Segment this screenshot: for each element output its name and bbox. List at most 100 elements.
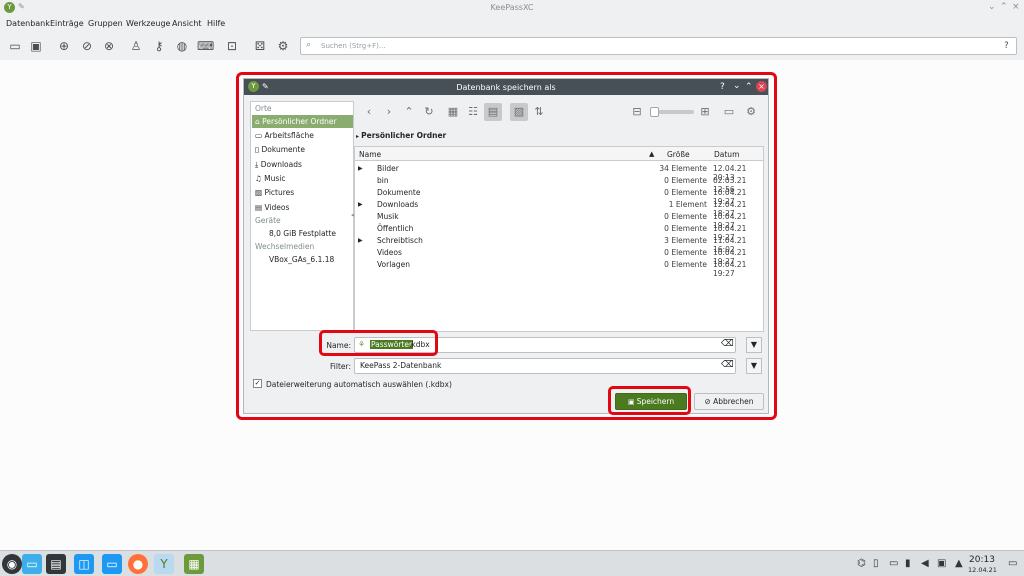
- window-titlebar: Y ✎ KeePassXC ⌄ ⌃ ×: [0, 0, 1024, 16]
- menu-ansicht[interactable]: Ansicht: [172, 19, 202, 28]
- new-folder-icon[interactable]: ▭: [720, 103, 738, 121]
- search-help-icon[interactable]: ?: [1004, 41, 1009, 51]
- menu-hilfe[interactable]: Hilfe: [207, 19, 225, 28]
- file-size: 0 Elemente: [664, 224, 707, 233]
- storage-icon[interactable]: ▮: [905, 558, 911, 569]
- table-row[interactable]: Öffentlich 0 Elemente 10.04.21 19:27: [355, 222, 763, 242]
- dialog-help-icon[interactable]: ?: [720, 82, 725, 92]
- zoom-slider-handle[interactable]: [650, 107, 659, 117]
- place-videos[interactable]: ▤ Videos: [255, 201, 353, 214]
- detail-view-icon[interactable]: ▤: [484, 103, 502, 121]
- clipboard-icon[interactable]: ▯: [873, 558, 879, 569]
- reload-icon[interactable]: ↻: [420, 103, 438, 121]
- table-row[interactable]: ▶ Downloads 1 Element 12.04.21 18:27: [355, 198, 763, 218]
- zoom-in-icon[interactable]: ⊞: [696, 103, 714, 121]
- menu-werkzeuge[interactable]: Werkzeuge: [126, 19, 170, 28]
- place-hard-disk[interactable]: 8,0 GiB Festplatte: [269, 227, 367, 240]
- filter-label: Filter:: [330, 362, 351, 371]
- show-desktop-icon[interactable]: ▭: [1008, 558, 1017, 569]
- table-row[interactable]: Vorlagen 0 Elemente 10.04.21 19:27: [355, 258, 763, 278]
- breadcrumb[interactable]: ▸ Persönlicher Ordner: [356, 131, 446, 140]
- table-row[interactable]: ▶ Schreibtisch 3 Elemente 11.04.21 16:02: [355, 234, 763, 254]
- expand-icon[interactable]: ▶: [358, 165, 363, 172]
- clock-time[interactable]: 20:13: [969, 555, 995, 565]
- menu-eintraege[interactable]: Einträge: [50, 19, 84, 28]
- lock-database-icon[interactable]: ⊡: [225, 39, 239, 53]
- place-home[interactable]: ⌂ Persönlicher Ordner: [252, 115, 353, 128]
- zoom-out-icon[interactable]: ⊟: [628, 103, 646, 121]
- dialog-maximize-icon[interactable]: ⌃: [745, 82, 753, 92]
- options-gear-icon[interactable]: ⚙: [742, 103, 760, 121]
- copy-username-icon[interactable]: ♙: [129, 39, 143, 53]
- open-url-icon[interactable]: ◍: [175, 39, 189, 53]
- autotype-icon[interactable]: ⌨: [197, 39, 214, 53]
- wired-network-icon[interactable]: ▣: [937, 558, 946, 569]
- filename-history-dropdown[interactable]: ▼: [746, 337, 762, 353]
- dialog-close-icon[interactable]: ×: [756, 81, 767, 92]
- place-desktop[interactable]: ▭ Arbeitsfläche: [255, 129, 353, 142]
- add-entry-icon[interactable]: ⊕: [57, 39, 71, 53]
- maximize-icon[interactable]: ⌃: [1000, 2, 1008, 12]
- icon-view-icon[interactable]: ▦: [444, 103, 462, 121]
- open-database-icon[interactable]: ▭: [8, 39, 22, 53]
- table-row[interactable]: Videos 0 Elemente 10.04.21 19:27: [355, 246, 763, 266]
- copy-password-icon[interactable]: ⚷: [152, 39, 166, 53]
- forward-icon[interactable]: ›: [380, 103, 398, 121]
- place-documents[interactable]: ▯ Dokumente: [255, 143, 353, 156]
- pager-icon[interactable]: ▭: [22, 554, 42, 574]
- firefox-icon[interactable]: ●: [128, 554, 148, 574]
- column-date[interactable]: Datum: [714, 150, 739, 159]
- expand-icon[interactable]: ▶: [358, 201, 363, 208]
- back-icon[interactable]: ‹: [360, 103, 378, 121]
- file-name: Öffentlich: [377, 224, 414, 233]
- table-row[interactable]: Musik 0 Elemente 10.04.21 19:27: [355, 210, 763, 230]
- minimize-icon[interactable]: ⌄: [988, 2, 996, 12]
- table-row[interactable]: bin 0 Elemente 02.03.21 12:56: [355, 174, 763, 194]
- save-database-icon[interactable]: ▣: [29, 39, 43, 53]
- discover-icon[interactable]: ◫: [74, 554, 94, 574]
- settings-icon[interactable]: ⚙: [276, 39, 290, 53]
- place-music[interactable]: ♫ Music: [255, 172, 353, 185]
- filter-combobox[interactable]: KeePass 2-Datenbank ⌫: [354, 358, 736, 374]
- expand-icon[interactable]: ▶: [358, 237, 363, 244]
- battery-icon[interactable]: ▭: [889, 558, 898, 569]
- volume-icon[interactable]: ◀: [921, 558, 929, 569]
- delete-entry-icon[interactable]: ⊗: [102, 39, 116, 53]
- compact-view-icon[interactable]: ☷: [464, 103, 482, 121]
- dialog-minimize-icon[interactable]: ⌄: [733, 81, 741, 91]
- clear-filename-icon[interactable]: ⌫: [721, 339, 734, 349]
- close-icon[interactable]: ×: [1012, 2, 1020, 12]
- place-vbox-gas[interactable]: VBox_GAs_6.1.18: [269, 253, 367, 266]
- edit-entry-icon[interactable]: ⊘: [80, 39, 94, 53]
- search-field[interactable]: ⌕ Suchen (Strg+F)... ?: [300, 37, 1017, 55]
- application-menu-icon[interactable]: ◉: [2, 554, 22, 574]
- filter-dropdown[interactable]: ▼: [746, 358, 762, 374]
- file-manager-icon[interactable]: ▭: [102, 554, 122, 574]
- menu-gruppen[interactable]: Gruppen: [88, 19, 123, 28]
- sort-icon[interactable]: ⇅: [530, 103, 548, 121]
- auto-extension-checkbox[interactable]: ✓: [253, 379, 262, 388]
- table-row[interactable]: ▶ Bilder 34 Elemente 12.04.21 20:13: [355, 162, 763, 182]
- place-pictures[interactable]: ▨ Pictures: [255, 186, 353, 199]
- tray-expand-icon[interactable]: ▲: [955, 558, 963, 569]
- keepassxc-task-icon[interactable]: Y: [154, 554, 174, 574]
- zoom-slider[interactable]: [650, 107, 694, 117]
- column-size[interactable]: Größe: [667, 150, 690, 159]
- terminal-icon[interactable]: ▤: [46, 554, 66, 574]
- auto-extension-label[interactable]: Dateierweiterung automatisch auswählen (…: [266, 380, 452, 389]
- places-header: Orte: [255, 104, 272, 113]
- network-icon[interactable]: ⌬: [857, 558, 866, 569]
- up-icon[interactable]: ⌃: [400, 103, 418, 121]
- file-name: Vorlagen: [377, 260, 411, 269]
- window-task-icon[interactable]: ▦: [184, 554, 204, 574]
- preview-icon[interactable]: ▨: [510, 103, 528, 121]
- file-size: 0 Elemente: [664, 176, 707, 185]
- column-name[interactable]: Name: [359, 150, 381, 159]
- cancel-button[interactable]: ⊘ Abbrechen: [694, 393, 764, 410]
- clear-filter-icon[interactable]: ⌫: [721, 360, 734, 370]
- clock-date[interactable]: 12.04.21: [968, 566, 997, 574]
- menu-datenbank[interactable]: Datenbank: [6, 19, 50, 28]
- table-row[interactable]: Dokumente 0 Elemente 10.04.21 19:27: [355, 186, 763, 206]
- place-downloads[interactable]: ⤓ Downloads: [255, 158, 353, 171]
- password-generator-icon[interactable]: ⚄: [253, 39, 267, 53]
